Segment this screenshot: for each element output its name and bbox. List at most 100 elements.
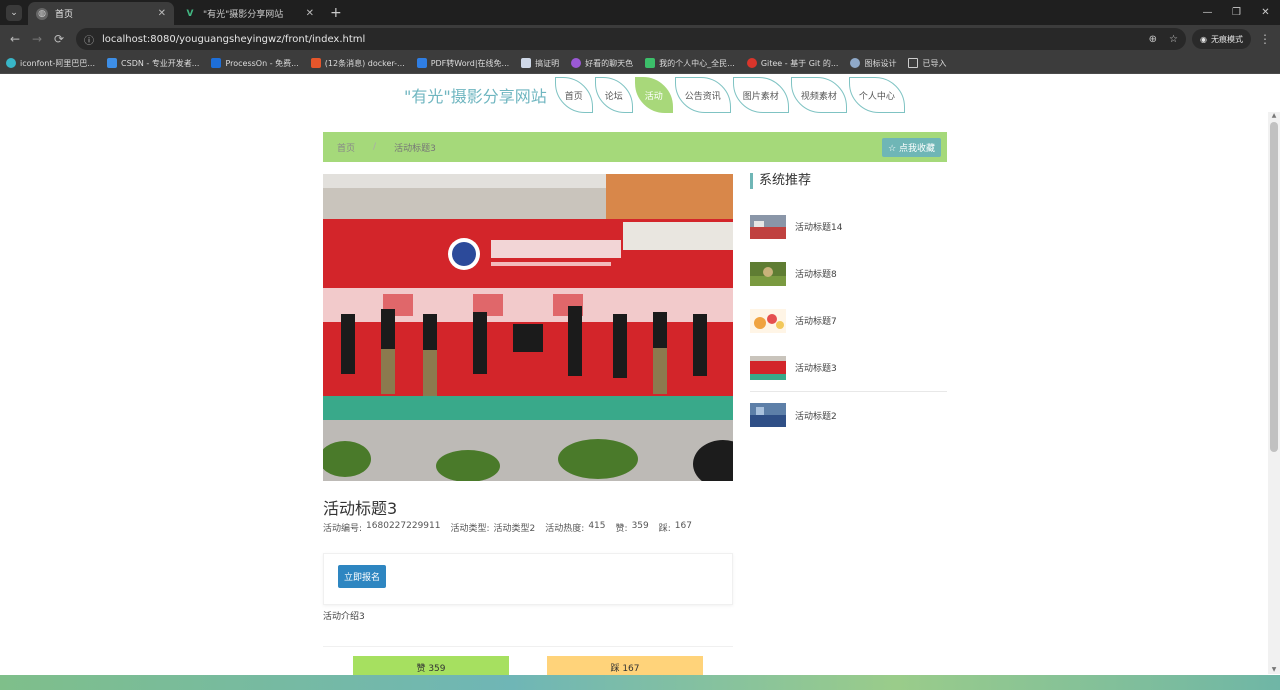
- close-tab-icon[interactable]: ✕: [306, 8, 314, 19]
- bookmark-favicon-icon: [571, 58, 582, 68]
- activity-title: 活动标题3: [323, 499, 398, 518]
- site-logo[interactable]: "有光"摄影分享网站: [404, 83, 547, 107]
- bookmark-favicon-icon: [416, 58, 427, 68]
- meta-dislike-value: 167: [674, 521, 692, 531]
- tab-title: "有光"摄影分享网站: [203, 10, 284, 20]
- close-window-icon[interactable]: ✕: [1251, 0, 1280, 25]
- bookmark-item[interactable]: 我的个人中心_全民...: [645, 58, 735, 69]
- minimize-icon[interactable]: —: [1193, 0, 1222, 25]
- meta-id-value: 1680227229911: [366, 521, 441, 531]
- meta-dislike-label: 踩:: [658, 524, 671, 534]
- tab-title: 首页: [55, 10, 74, 20]
- bookmark-item[interactable]: ProcessOn - 免费...: [211, 58, 299, 69]
- bookmark-item[interactable]: (12条消息) docker-...: [310, 58, 405, 69]
- tab-search-menu-icon[interactable]: ⌄: [6, 5, 22, 21]
- globe-icon: ◍: [36, 7, 48, 20]
- activity-intro: 活动介绍3: [323, 612, 365, 622]
- bookmark-item[interactable]: PDF转Word|在线免...: [416, 58, 509, 69]
- scrollbar-thumb[interactable]: [1270, 122, 1278, 452]
- recommend-thumbnail: [750, 308, 786, 333]
- meta-like-label: 赞:: [615, 524, 628, 534]
- back-icon[interactable]: ←: [4, 32, 26, 46]
- signup-button[interactable]: 立即报名: [338, 565, 387, 588]
- meta-heat-value: 415: [588, 521, 606, 531]
- meta-type-label: 活动类型:: [450, 524, 490, 534]
- bookmark-favicon-icon: [107, 58, 118, 68]
- incognito-label: 无痕模式: [1210, 34, 1243, 44]
- recommend-thumbnail: [750, 403, 786, 427]
- bookmark-favicon-icon: [310, 58, 321, 68]
- browser-tab-home[interactable]: ◍ 首页 ✕: [28, 2, 174, 25]
- meta-type-value: 活动类型2: [493, 524, 536, 534]
- meta-id-label: 活动编号:: [323, 524, 363, 534]
- recommend-item-label: 活动标题8: [795, 270, 837, 280]
- bookmark-item[interactable]: 图标设计: [850, 58, 896, 69]
- recommend-thumbnail: [750, 261, 786, 286]
- nav-news[interactable]: 公告资讯: [674, 77, 731, 113]
- bookmark-star-icon[interactable]: ☆: [1169, 34, 1178, 45]
- site-header: "有光"摄影分享网站 首页 论坛 活动 公告资讯 图片素材 视频素材 个人中心: [404, 75, 907, 115]
- nav-images[interactable]: 图片素材: [732, 77, 789, 113]
- incognito-icon: ◉: [1200, 34, 1207, 44]
- bookmarks-bar: iconfont-阿里巴巴... CSDN - 专业开发者... Process…: [0, 53, 1280, 74]
- browser-menu-icon[interactable]: ⋮: [1259, 32, 1271, 46]
- scroll-up-icon[interactable]: ▲: [1268, 112, 1280, 120]
- breadcrumb-home[interactable]: 首页: [337, 141, 355, 154]
- page-footer-bar: [0, 675, 1280, 690]
- recommend-item[interactable]: 活动标题3: [750, 344, 947, 391]
- url-input[interactable]: ⓘ localhost:8080/youguangsheyingwz/front…: [76, 28, 1186, 50]
- nav-activity[interactable]: 活动: [634, 77, 673, 113]
- nav-forum[interactable]: 论坛: [594, 77, 633, 113]
- zoom-icon[interactable]: ⊕: [1149, 34, 1157, 45]
- recommend-item[interactable]: 活动标题7: [750, 297, 947, 344]
- activity-photo: [323, 174, 733, 481]
- nav-home[interactable]: 首页: [554, 77, 593, 113]
- site-info-icon[interactable]: ⓘ: [84, 32, 94, 47]
- recommend-item[interactable]: 活动标题8: [750, 250, 947, 297]
- bookmark-favicon-icon: [645, 58, 656, 68]
- bookmark-item[interactable]: CSDN - 专业开发者...: [107, 58, 199, 69]
- web-page: "有光"摄影分享网站 首页 论坛 活动 公告资讯 图片素材 视频素材 个人中心 …: [0, 75, 1280, 690]
- bookmark-folder[interactable]: 已导入: [908, 58, 946, 69]
- new-tab-icon[interactable]: +: [330, 5, 342, 21]
- incognito-badge[interactable]: ◉ 无痕模式: [1192, 29, 1251, 49]
- bookmark-favicon-icon: [211, 58, 222, 68]
- nav-profile[interactable]: 个人中心: [848, 77, 905, 113]
- recommend-title: 系统推荐: [750, 173, 947, 189]
- reload-icon[interactable]: ⟳: [48, 32, 70, 46]
- bookmark-favicon-icon: [6, 58, 16, 68]
- url-text: localhost:8080/youguangsheyingwz/front/i…: [102, 33, 366, 45]
- browser-tab-site[interactable]: V "有光"摄影分享网站 ✕: [176, 2, 322, 25]
- nav-videos[interactable]: 视频素材: [790, 77, 847, 113]
- recommend-sidebar: 系统推荐 活动标题14 活动标题8 活动标题7 活动标题3 活动标题2: [750, 173, 947, 438]
- recommend-item-label: 活动标题7: [795, 317, 837, 327]
- recommend-item-label: 活动标题14: [795, 223, 843, 233]
- folder-icon: [908, 58, 919, 68]
- favorite-button[interactable]: ☆ 点我收藏: [882, 138, 941, 157]
- meta-heat-label: 活动热度:: [545, 524, 585, 534]
- vue-logo-icon: V: [186, 8, 194, 19]
- signup-panel: 立即报名: [323, 553, 733, 605]
- restore-icon[interactable]: ❐: [1222, 0, 1251, 25]
- browser-tab-bar: ⌄ ◍ 首页 ✕ V "有光"摄影分享网站 ✕ + — ❐ ✕: [0, 0, 1280, 25]
- recommend-item-label: 活动标题2: [795, 411, 837, 422]
- page-scrollbar[interactable]: ▲ ▼: [1268, 112, 1280, 674]
- activity-photo-illustration: [323, 174, 733, 481]
- recommend-item[interactable]: 活动标题14: [750, 203, 947, 250]
- bookmark-item[interactable]: 好看的聊天色: [571, 58, 633, 69]
- breadcrumb-current: 活动标题3: [394, 143, 436, 154]
- activity-meta: 活动编号: 1680227229911 活动类型: 活动类型2 活动热度: 41…: [323, 521, 696, 534]
- bookmark-favicon-icon: [746, 58, 757, 68]
- bookmark-item[interactable]: iconfont-阿里巴巴...: [6, 58, 95, 69]
- forward-icon[interactable]: →: [26, 32, 48, 46]
- breadcrumb-separator: /: [373, 142, 377, 152]
- scroll-down-icon[interactable]: ▼: [1268, 666, 1280, 674]
- bookmark-item[interactable]: Gitee - 基于 Git 的...: [746, 58, 838, 69]
- recommend-item[interactable]: 活动标题2: [750, 391, 947, 438]
- breadcrumb: 首页 / 活动标题3 ☆ 点我收藏: [323, 132, 947, 162]
- bookmark-favicon-icon: [521, 58, 532, 68]
- window-controls: — ❐ ✕: [1193, 0, 1280, 25]
- recommend-item-label: 活动标题3: [795, 364, 837, 374]
- close-tab-icon[interactable]: ✕: [158, 8, 166, 19]
- bookmark-item[interactable]: 搞证明: [521, 58, 559, 69]
